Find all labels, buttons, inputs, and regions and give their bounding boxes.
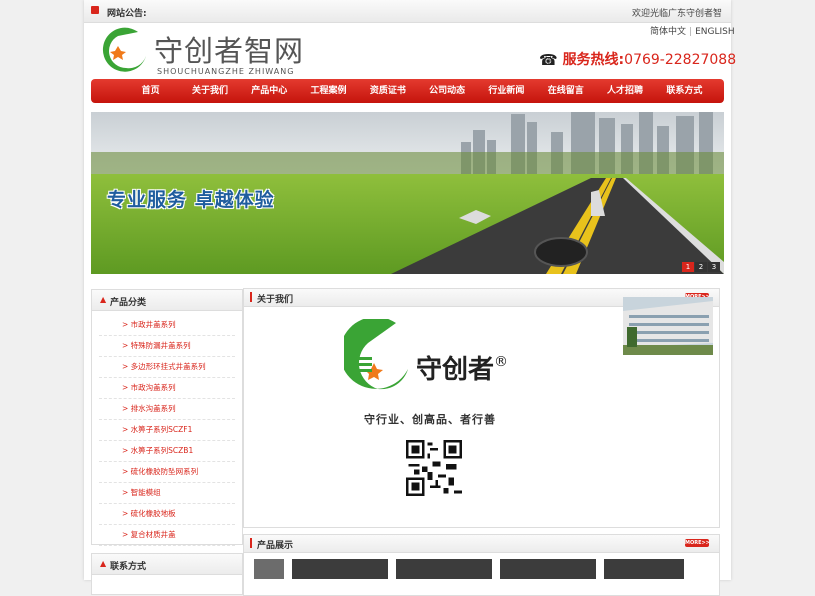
banner-dot-1[interactable]: 1 (682, 262, 694, 272)
logo-subtitle: SHOUCHUANGZHE ZHIWANG (157, 67, 295, 76)
products-more-button[interactable]: MORE>> (685, 539, 710, 547)
category-item[interactable]: > 多边形环挂式井盖系列 (99, 357, 235, 378)
category-item[interactable]: > 水箅子系列SCZB1 (99, 441, 235, 462)
product-thumb[interactable] (396, 559, 492, 579)
nav-contact[interactable]: 联系方式 (655, 79, 714, 103)
product-thumb[interactable] (292, 559, 388, 579)
product-thumb[interactable] (604, 559, 684, 579)
contact-box: ▲ 联系方式 (91, 553, 243, 595)
category-list: > 市政井盖系列 > 特殊防漏井盖系列 > 多边形环挂式井盖系列 > 市政沟盖系… (92, 311, 242, 546)
lang-separator: | (689, 27, 693, 37)
banner-pager: 1 2 3 (682, 262, 720, 272)
nav-jobs[interactable]: 人才招聘 (595, 79, 654, 103)
language-switcher: 简体中文 | ENGLISH (650, 24, 735, 37)
contact-header: ▲ 联系方式 (92, 554, 242, 575)
products-header: 产品展示 MORE>> (244, 535, 719, 553)
product-thumb[interactable] (500, 559, 596, 579)
category-box: ▲ 产品分类 > 市政井盖系列 > 特殊防漏井盖系列 > 多边形环挂式井盖系列 … (91, 289, 243, 546)
banner-dot-3[interactable]: 3 (708, 262, 720, 272)
logo-mark-icon[interactable] (98, 24, 150, 76)
products-panel: 产品展示 MORE>> (243, 534, 720, 596)
hotline-label: 服务热线: (562, 52, 625, 68)
category-item[interactable]: > 市政沟盖系列 (99, 378, 235, 399)
factory-photo[interactable] (623, 297, 713, 355)
banner-dot-2[interactable]: 2 (695, 262, 707, 272)
main-nav: 首页 关于我们 产品中心 工程案例 资质证书 公司动态 行业新闻 在线留言 人才… (91, 79, 724, 103)
banner-slogan: 专业服务 卓越体验 (107, 189, 275, 211)
about-motto: 守行业、创高品、者行善 (364, 413, 496, 426)
notice-icon (91, 6, 99, 14)
hotline-number: 0769-22827088 (624, 52, 737, 68)
about-logo-name: 守创者 (416, 355, 495, 385)
lang-english-link[interactable]: ENGLISH (695, 27, 735, 37)
category-header: ▲ 产品分类 (92, 290, 242, 311)
nav-about[interactable]: 关于我们 (180, 79, 239, 103)
contact-title: 联系方式 (110, 562, 147, 572)
hotline: ☎ 服务热线:0769-22827088 (539, 49, 736, 69)
product-strip (254, 559, 684, 579)
category-title: 产品分类 (110, 298, 147, 308)
category-item[interactable]: > 硫化橡胶防坠网系列 (99, 462, 235, 483)
phone-icon: ☎ (539, 51, 558, 69)
category-item[interactable]: > 复合材质井盖 (99, 525, 235, 546)
category-item[interactable]: > 市政井盖系列 (99, 315, 235, 336)
nav-home[interactable]: 首页 (121, 79, 180, 103)
banner-slider[interactable]: 专业服务 卓越体验 1 2 3 (91, 112, 724, 274)
notice-label: 网站公告: (107, 9, 147, 19)
registered-mark: ® (494, 354, 509, 370)
notice-marquee[interactable]: 欢迎光临广东守创者智 (632, 6, 727, 19)
qr-code (406, 440, 462, 496)
nav-message[interactable]: 在线留言 (536, 79, 595, 103)
notice-bar: 网站公告: 欢迎光临广东守创者智 (84, 0, 731, 23)
category-item[interactable]: > 硫化橡胶地板 (99, 504, 235, 525)
up-arrow-icon: ▲ (100, 559, 107, 568)
category-item[interactable]: > 水箅子系列SCZF1 (99, 420, 235, 441)
category-item[interactable]: > 特殊防漏井盖系列 (99, 336, 235, 357)
category-item[interactable]: > 排水沟盖系列 (99, 399, 235, 420)
product-thumb[interactable] (254, 559, 284, 579)
nav-certificates[interactable]: 资质证书 (358, 79, 417, 103)
lang-chinese-link[interactable]: 简体中文 (650, 27, 686, 37)
header-marker (250, 292, 252, 302)
header-marker (250, 538, 252, 548)
about-panel: 关于我们 MORE>> 守创者® 守行业、创高品、者行善 (243, 288, 720, 528)
nav-cases[interactable]: 工程案例 (299, 79, 358, 103)
up-arrow-icon: ▲ (100, 295, 107, 304)
nav-company-news[interactable]: 公司动态 (417, 79, 476, 103)
about-title: 关于我们 (257, 295, 294, 305)
category-item[interactable]: > 智能模组 (99, 483, 235, 504)
nav-products[interactable]: 产品中心 (240, 79, 299, 103)
products-title: 产品展示 (257, 541, 294, 551)
nav-industry-news[interactable]: 行业新闻 (477, 79, 536, 103)
page: 网站公告: 欢迎光临广东守创者智 守创者智网 SHOUCHUANGZHE ZHI… (84, 0, 736, 596)
logo-title[interactable]: 守创者智网 (154, 28, 304, 70)
about-logo-text: 守创者® (416, 349, 508, 386)
